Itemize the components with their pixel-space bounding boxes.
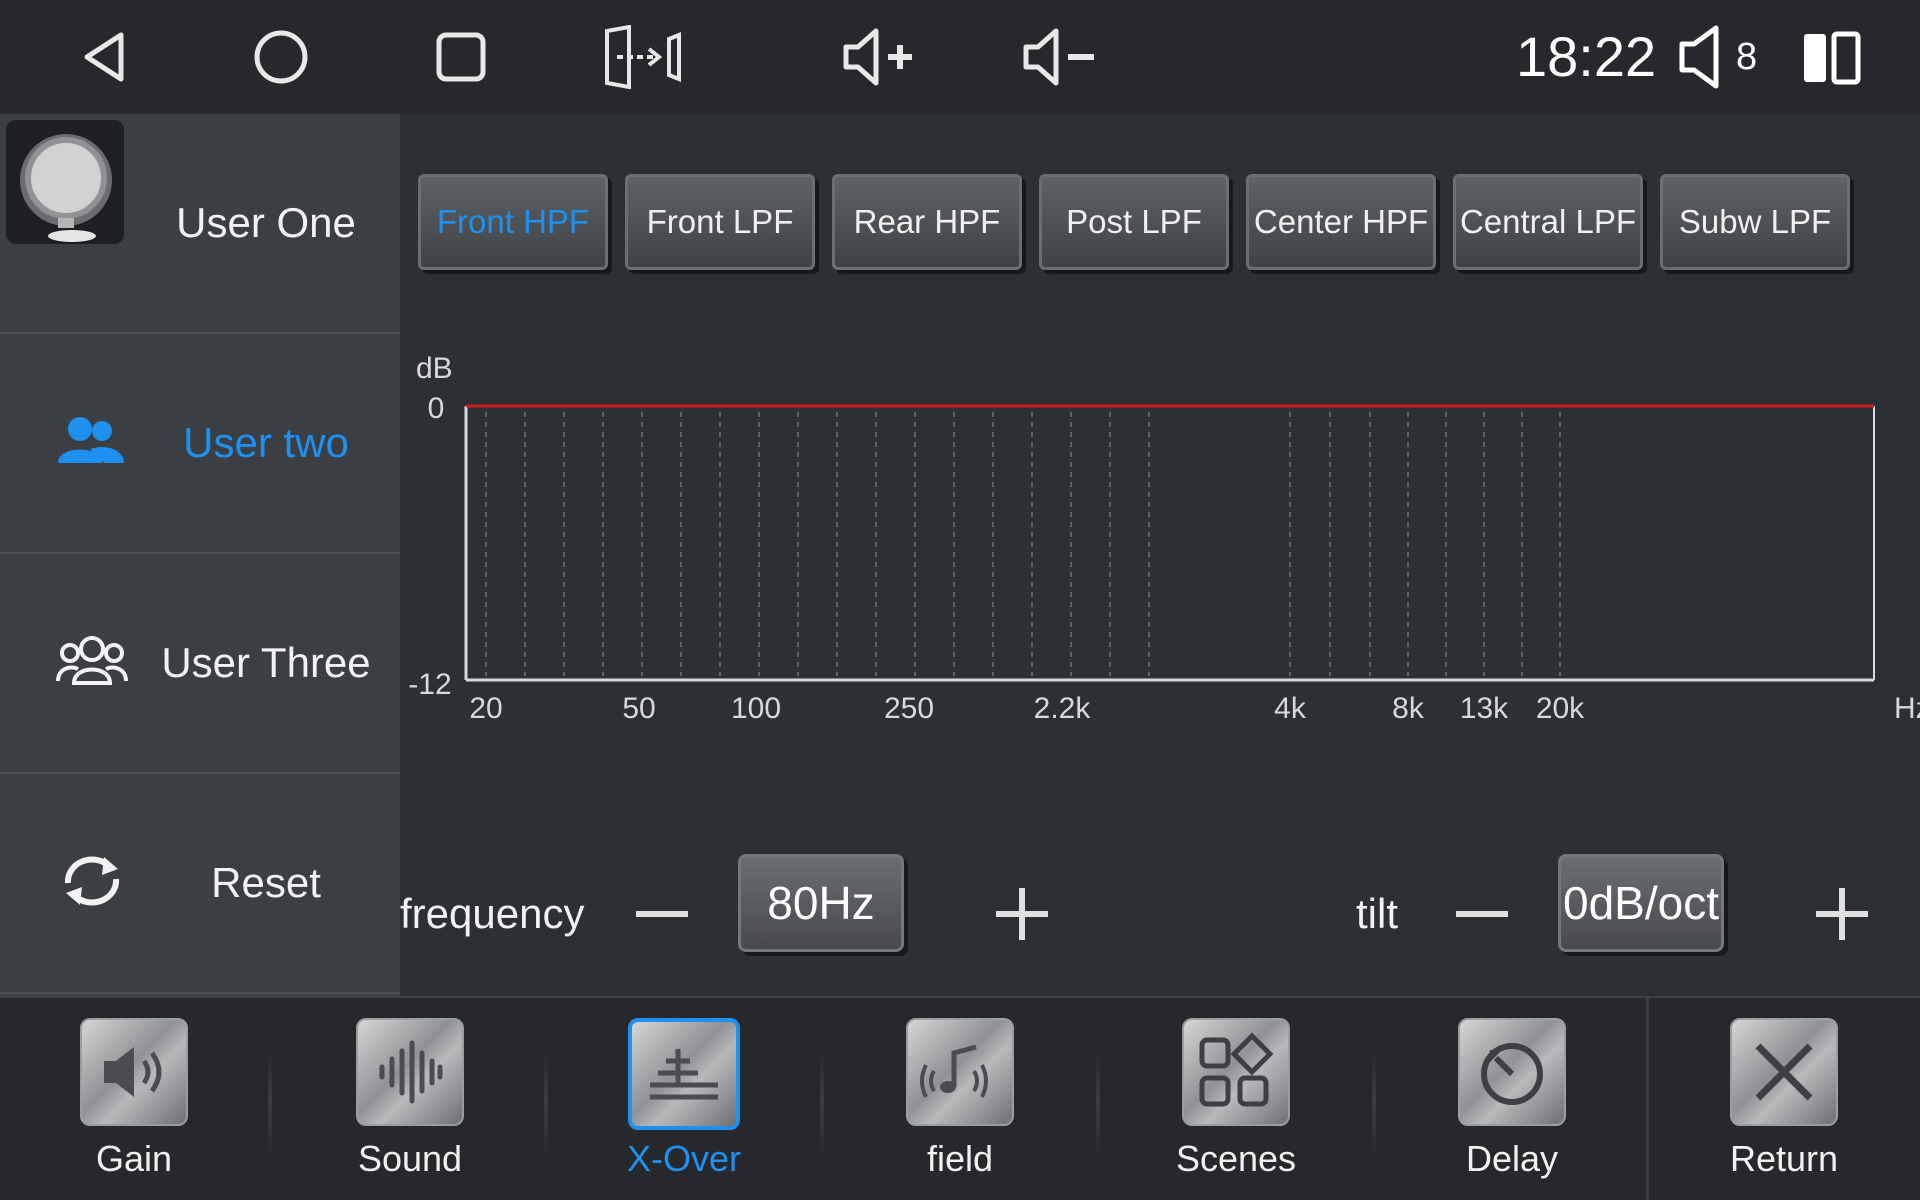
nav-label: Scenes (1175, 1138, 1297, 1179)
tab-center-hpf[interactable]: Center HPF (1246, 174, 1436, 270)
nav-return[interactable]: Return (1684, 998, 1884, 1200)
tab-front-lpf[interactable]: Front LPF (625, 174, 815, 270)
crossover-icon (628, 1018, 740, 1130)
tilt-label: tilt (1356, 890, 1398, 937)
close-icon (1730, 1018, 1838, 1126)
sound-field-icon (906, 1018, 1014, 1126)
nav-label: Sound (357, 1138, 463, 1179)
sidebar-item-user-three[interactable]: User Three (0, 554, 400, 774)
x-tick-label: 50 (622, 692, 655, 725)
frequency-decrease-button[interactable] (622, 874, 702, 954)
nav-sound[interactable]: Sound (310, 998, 510, 1200)
x-tick-label: 20 (469, 692, 502, 725)
nav-field[interactable]: field (860, 998, 1060, 1200)
status-bar: 18:22 8 (0, 0, 1920, 114)
volume-up-icon[interactable] (830, 22, 930, 92)
speaker-icon (1676, 22, 1732, 97)
crossover-chart: dB 0 -12 20 50 100 250 2.2k 4k 8k 13k 20k Hz (400, 334, 1920, 754)
nav-divider (1646, 998, 1649, 1200)
speaker-gain-icon (80, 1018, 188, 1126)
sidebar-item-user-one[interactable]: User One (0, 114, 400, 334)
x-tick-label: 4k (1274, 692, 1307, 725)
crossover-panel: Front HPF Front LPF Rear HPF Post LPF Ce… (400, 114, 1920, 996)
x-unit-label: Hz (1894, 692, 1920, 725)
clock: 18:22 (1516, 25, 1657, 88)
y-tick-bottom: -12 (408, 668, 451, 701)
x-tick-label: 100 (731, 692, 781, 725)
nav-delay[interactable]: Delay (1412, 998, 1612, 1200)
nav-label: Delay (1465, 1138, 1559, 1179)
tilt-decrease-button[interactable] (1442, 874, 1522, 954)
frequency-value[interactable]: 80Hz (738, 854, 904, 952)
frequency-increase-button[interactable] (982, 874, 1062, 954)
home-icon[interactable] (246, 22, 316, 92)
volume-level: 8 (1736, 36, 1758, 78)
tilt-value[interactable]: 0dB/oct (1558, 854, 1724, 952)
bottom-nav: Gain Sound X-Over field Scenes Delay Ret… (0, 996, 1920, 1200)
sidebar-item-user-two[interactable]: User two (0, 334, 400, 554)
sound-wave-icon (356, 1018, 464, 1126)
x-tick-label: 2.2k (1034, 692, 1092, 725)
tab-subw-lpf[interactable]: Subw LPF (1660, 174, 1850, 270)
user-sidebar: User One User two User Three Reset (0, 114, 400, 996)
sidebar-item-reset[interactable]: Reset (0, 774, 400, 994)
back-icon[interactable] (70, 22, 140, 92)
nav-divider (1372, 1048, 1376, 1158)
recents-icon[interactable] (426, 22, 496, 92)
y-axis-label: dB (416, 352, 453, 385)
x-tick-label: 8k (1392, 692, 1425, 725)
tab-central-lpf[interactable]: Central LPF (1453, 174, 1643, 270)
frequency-label: frequency (400, 890, 585, 937)
screen-mirror-icon[interactable] (596, 22, 686, 92)
x-tick-label: 13k (1460, 692, 1509, 725)
x-tick-label: 20k (1536, 692, 1585, 725)
filter-controls: frequency 80Hz tilt 0dB/oct (400, 854, 1920, 964)
nav-scenes[interactable]: Scenes (1136, 998, 1336, 1200)
x-tick-labels: 20 50 100 250 2.2k 4k 8k 13k 20k (469, 692, 1585, 725)
x-tick-label: 250 (884, 692, 934, 725)
scenes-icon (1182, 1018, 1290, 1126)
nav-label: X-Over (626, 1138, 741, 1179)
split-screen-icon[interactable] (1802, 30, 1862, 91)
nav-label: Return (1729, 1138, 1839, 1179)
tilt-increase-button[interactable] (1802, 874, 1882, 954)
tab-post-lpf[interactable]: Post LPF (1039, 174, 1229, 270)
nav-divider (820, 1048, 824, 1158)
nav-divider (268, 1048, 272, 1158)
nav-label: Gain (95, 1138, 173, 1179)
nav-label: field (926, 1138, 994, 1179)
chart-grid (485, 412, 1561, 676)
nav-x-over[interactable]: X-Over (584, 998, 784, 1200)
delay-icon (1458, 1018, 1566, 1126)
volume-down-icon[interactable] (1010, 22, 1110, 92)
dsp-screen: 18:22 8 User One User two User Three Res… (0, 0, 1920, 1200)
nav-divider (1096, 1048, 1100, 1158)
tab-rear-hpf[interactable]: Rear HPF (832, 174, 1022, 270)
nav-divider (544, 1048, 548, 1158)
nav-gain[interactable]: Gain (34, 998, 234, 1200)
y-tick-top: 0 (428, 392, 445, 425)
chart-canvas: dB 0 -12 20 50 100 250 2.2k 4k 8k 13k 20k Hz (408, 352, 1920, 725)
tab-front-hpf[interactable]: Front HPF (418, 174, 608, 270)
